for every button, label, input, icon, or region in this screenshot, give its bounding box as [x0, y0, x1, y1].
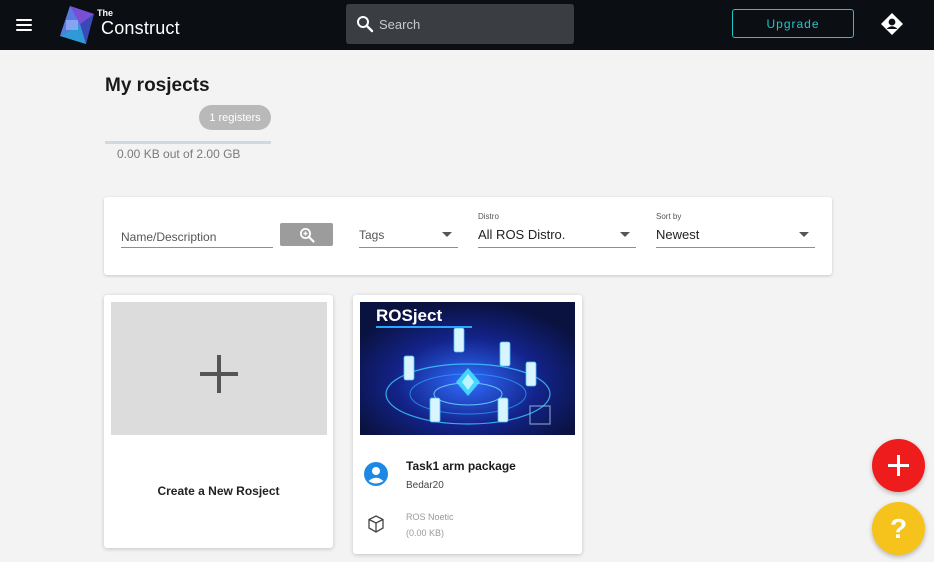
name-description-input[interactable]	[121, 221, 273, 248]
registers-badge: 1 registers	[199, 105, 271, 130]
distro-select-value: All ROS Distro.	[478, 227, 566, 242]
filter-panel: Tags Distro All ROS Distro. Sort by Newe…	[104, 197, 832, 275]
add-rosject-button[interactable]	[872, 439, 925, 492]
distro-select-label: Distro	[478, 212, 499, 221]
help-button[interactable]: ?	[872, 502, 925, 555]
menu-button[interactable]	[12, 13, 36, 37]
plus-icon	[200, 372, 238, 376]
user-avatar-icon[interactable]	[880, 12, 904, 36]
upgrade-button[interactable]: Upgrade	[732, 9, 854, 38]
page-title: My rosjects	[105, 75, 210, 96]
logo-text-small: The	[97, 8, 114, 18]
thumbnail-title-underline	[376, 326, 472, 328]
search-input[interactable]	[379, 4, 564, 44]
rosject-size: (0.00 KB)	[406, 528, 445, 538]
package-cube-icon	[368, 515, 384, 533]
create-rosject-label: Create a New Rosject	[157, 484, 280, 498]
rosject-thumbnail[interactable]: ROSject	[360, 302, 575, 435]
the-construct-logo[interactable]: The Construct	[56, 4, 206, 46]
menu-icon-line	[16, 19, 32, 21]
menu-icon-line	[16, 24, 32, 26]
logo-cube-icon	[60, 6, 94, 44]
top-bar: The Construct Upgrade	[0, 0, 934, 50]
account-circle-icon	[364, 462, 388, 486]
plus-icon	[888, 464, 909, 467]
search-box[interactable]	[346, 4, 574, 44]
tags-select[interactable]: Tags	[359, 221, 458, 248]
chevron-down-icon	[799, 232, 809, 237]
storage-usage-bar	[105, 141, 271, 144]
sort-select[interactable]: Newest	[656, 221, 815, 248]
rosject-thumbnail-title: ROSject	[376, 306, 443, 325]
sort-select-label: Sort by	[656, 212, 682, 221]
distro-select[interactable]: All ROS Distro.	[478, 221, 636, 248]
storage-usage-text: 0.00 KB out of 2.00 GB	[117, 147, 241, 161]
sort-select-value: Newest	[656, 227, 700, 242]
create-rosject-card[interactable]: Create a New Rosject	[104, 295, 333, 548]
chevron-down-icon	[442, 232, 452, 237]
menu-icon-line	[16, 29, 32, 31]
filter-search-button[interactable]	[280, 223, 333, 246]
rosject-card[interactable]: ROSject Task1 arm package Bedar20 ROS No…	[353, 295, 582, 554]
search-icon	[357, 16, 374, 33]
chevron-down-icon	[620, 232, 630, 237]
zoom-search-icon	[299, 227, 315, 243]
create-rosject-area[interactable]	[111, 302, 327, 435]
logo-text-big: Construct	[101, 18, 180, 38]
rosject-owner: Bedar20	[406, 480, 444, 491]
rosject-distro: ROS Noetic	[406, 512, 454, 522]
tags-select-value: Tags	[359, 228, 385, 242]
rosject-name[interactable]: Task1 arm package	[406, 459, 516, 473]
